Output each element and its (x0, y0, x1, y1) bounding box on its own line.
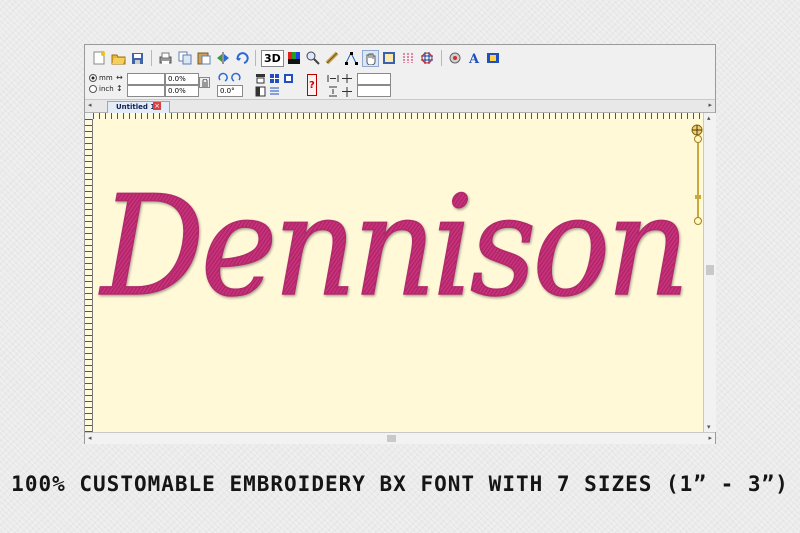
node-edit-icon[interactable] (343, 50, 360, 67)
scroll-right-icon[interactable]: ▸ (708, 434, 712, 442)
spacing-input[interactable] (357, 73, 391, 85)
spacing-icon[interactable] (341, 73, 353, 84)
angle-input[interactable]: 0.0° (217, 85, 243, 97)
zoom-icon[interactable] (305, 50, 322, 67)
toolbar-separator (151, 50, 152, 66)
toolbar-separator (440, 50, 442, 66)
embroidery-design[interactable]: Dennison (93, 119, 703, 432)
property-toolbar: mm inch ↔ ↕ 0.0% 0.0% 0.0° ? (85, 71, 715, 100)
lock-ratio-icon[interactable] (199, 77, 210, 88)
print-icon[interactable] (157, 50, 174, 67)
rotate-left-icon[interactable] (217, 72, 228, 83)
rotate-right-icon[interactable] (231, 72, 242, 83)
compass-icon[interactable] (691, 121, 703, 136)
unit-mm-option[interactable]: mm (89, 74, 113, 82)
unit-inch-label: inch (99, 85, 114, 93)
align-top-icon[interactable] (255, 73, 266, 84)
center-icon[interactable] (269, 73, 280, 84)
tab-scroll-right-icon[interactable]: ▸ (708, 101, 712, 109)
height-icon: ↕ (116, 84, 123, 93)
horizontal-scroll-thumb[interactable] (387, 435, 396, 442)
svg-text:A: A (468, 52, 480, 65)
color-palette-icon[interactable] (286, 50, 303, 67)
3d-view-button[interactable]: 3D (261, 49, 284, 67)
align-left-icon[interactable] (255, 86, 266, 97)
design-canvas[interactable]: Dennison (93, 119, 703, 432)
svg-text:?: ? (309, 80, 315, 91)
hoop-icon[interactable] (381, 50, 398, 67)
align-center-icon[interactable] (283, 73, 294, 84)
spacing-icon[interactable] (327, 73, 339, 84)
vertical-scroll-thumb[interactable] (706, 265, 714, 275)
monogram-icon[interactable] (485, 50, 502, 67)
toolbar-separator (255, 50, 256, 66)
scroll-up-icon[interactable]: ▴ (707, 114, 711, 122)
copy-icon[interactable] (176, 50, 193, 67)
measure-icon[interactable] (324, 50, 341, 67)
paste-icon[interactable] (195, 50, 212, 67)
tab-scroll-left-icon[interactable]: ◂ (88, 101, 92, 109)
hand-pan-icon[interactable] (361, 49, 379, 67)
open-folder-icon[interactable] (110, 50, 127, 67)
promo-caption: 100% CUSTOMABLE EMBROIDERY BX FONT WITH … (11, 472, 789, 496)
rotate-icon[interactable] (233, 50, 250, 67)
document-tabs: ◂ Untitled 1 * × ▸ (85, 100, 715, 113)
unit-inch-option[interactable]: inch (89, 85, 114, 93)
tab-close-icon[interactable]: × (153, 102, 161, 110)
stitch-player-icon[interactable] (400, 50, 417, 67)
spacing-input[interactable] (357, 85, 391, 97)
spacing-icon[interactable] (341, 86, 353, 97)
settings-icon[interactable] (447, 50, 464, 67)
horizontal-scrollbar[interactable]: ◂ ▸ (85, 432, 715, 444)
editor-window: 3D A mm inch ↔ ↕ 0.0% 0.0% 0.0° ? ◂ Unti… (84, 44, 716, 444)
scroll-left-icon[interactable]: ◂ (88, 434, 92, 442)
width-percent-input[interactable]: 0.0% (165, 73, 199, 85)
zoom-slider[interactable] (693, 135, 703, 225)
mirror-icon[interactable] (214, 50, 231, 67)
vertical-ruler (85, 119, 93, 432)
design-text[interactable]: Dennison (97, 165, 690, 328)
grid-icon[interactable] (419, 50, 436, 67)
scroll-down-icon[interactable]: ▾ (707, 423, 711, 431)
width-icon: ↔ (116, 73, 123, 82)
text-tool-icon[interactable]: A (466, 50, 483, 67)
help-icon[interactable]: ? (307, 74, 317, 96)
height-percent-input[interactable]: 0.0% (165, 85, 199, 97)
spacing-icon[interactable] (327, 86, 339, 97)
distribute-icon[interactable] (269, 86, 280, 97)
save-icon[interactable] (129, 50, 146, 67)
height-input[interactable] (127, 85, 165, 97)
unit-mm-label: mm (99, 74, 113, 82)
new-file-icon[interactable] (91, 50, 108, 67)
main-toolbar: 3D A (85, 45, 715, 72)
vertical-scrollbar[interactable]: ▴ ▾ (703, 113, 716, 432)
width-input[interactable] (127, 73, 165, 85)
